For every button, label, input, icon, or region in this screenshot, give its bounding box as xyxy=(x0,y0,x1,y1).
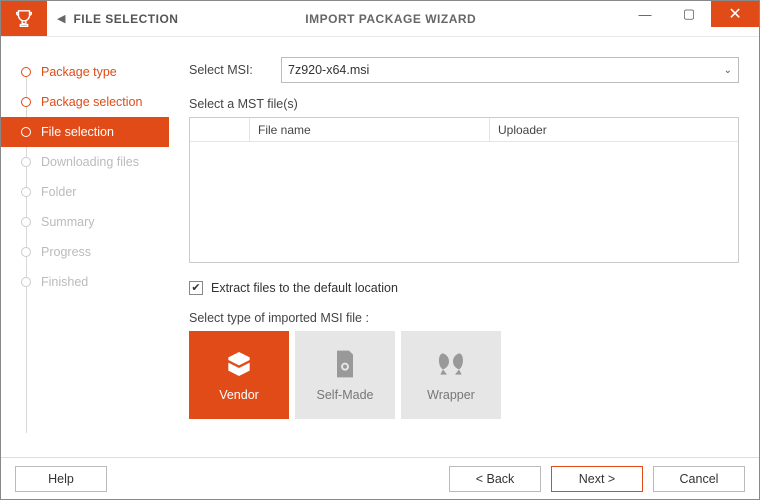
step-downloading-files: Downloading files xyxy=(1,147,169,177)
mst-table[interactable]: File name Uploader xyxy=(189,117,739,263)
type-tile-vendor[interactable]: Vendor xyxy=(189,331,289,419)
step-label: Progress xyxy=(41,245,91,259)
type-label: Vendor xyxy=(219,388,259,402)
type-label: Wrapper xyxy=(427,388,475,402)
step-folder: Folder xyxy=(1,177,169,207)
mst-col-uploader[interactable]: Uploader xyxy=(490,118,738,141)
step-label: File selection xyxy=(41,125,114,139)
step-progress: Progress xyxy=(1,237,169,267)
type-tiles: Vendor Self-Made Wrapper xyxy=(189,331,739,419)
step-label: Package selection xyxy=(41,95,142,109)
wizard-title: IMPORT PACKAGE WIZARD xyxy=(305,12,476,26)
box-icon xyxy=(223,348,255,380)
minimize-button[interactable]: — xyxy=(623,1,667,27)
extract-label: Extract files to the default location xyxy=(211,281,398,295)
select-msi-label: Select MSI: xyxy=(189,63,281,77)
type-tile-wrapper[interactable]: Wrapper xyxy=(401,331,501,419)
step-summary: Summary xyxy=(1,207,169,237)
step-package-selection[interactable]: Package selection xyxy=(1,87,169,117)
steps-sidebar: Package type Package selection File sele… xyxy=(1,37,169,457)
step-finished: Finished xyxy=(1,267,169,297)
mst-section-label: Select a MST file(s) xyxy=(189,97,739,111)
step-label: Package type xyxy=(41,65,117,79)
step-file-selection[interactable]: File selection xyxy=(1,117,169,147)
step-label: Folder xyxy=(41,185,76,199)
main: Package type Package selection File sele… xyxy=(1,37,759,457)
type-label: Self-Made xyxy=(317,388,374,402)
maximize-button[interactable]: ▢ xyxy=(667,1,711,27)
step-label: Downloading files xyxy=(41,155,139,169)
window-buttons: — ▢ ✕ xyxy=(623,1,759,27)
chevron-left-icon[interactable]: ◀ xyxy=(57,12,65,25)
footer: Help < Back Next > Cancel xyxy=(1,457,759,499)
close-button[interactable]: ✕ xyxy=(711,1,759,27)
step-package-type[interactable]: Package type xyxy=(1,57,169,87)
app-logo xyxy=(1,1,47,36)
file-gear-icon xyxy=(329,348,361,380)
step-label: Summary xyxy=(41,215,94,229)
back-button[interactable]: < Back xyxy=(449,466,541,492)
trophy-icon xyxy=(13,8,35,30)
select-msi-row: Select MSI: 7z920-x64.msi ⌄ xyxy=(189,57,739,83)
msi-select-value: 7z920-x64.msi xyxy=(288,63,369,77)
help-button[interactable]: Help xyxy=(15,466,107,492)
type-tile-selfmade[interactable]: Self-Made xyxy=(295,331,395,419)
mst-col-checkbox[interactable] xyxy=(190,118,250,141)
wrap-icon xyxy=(435,348,467,380)
cancel-button[interactable]: Cancel xyxy=(653,466,745,492)
type-section-label: Select type of imported MSI file : xyxy=(189,311,739,325)
extract-checkbox[interactable]: ✔ xyxy=(189,281,203,295)
titlebar: ◀ FILE SELECTION IMPORT PACKAGE WIZARD —… xyxy=(1,1,759,37)
titlebar-step-section: ◀ FILE SELECTION xyxy=(47,1,178,36)
mst-table-header: File name Uploader xyxy=(190,118,738,142)
mst-col-filename[interactable]: File name xyxy=(250,118,490,141)
chevron-down-icon: ⌄ xyxy=(724,65,732,76)
msi-select[interactable]: 7z920-x64.msi ⌄ xyxy=(281,57,739,83)
content: Select MSI: 7z920-x64.msi ⌄ Select a MST… xyxy=(169,37,759,457)
extract-row[interactable]: ✔ Extract files to the default location xyxy=(189,281,739,295)
step-label: Finished xyxy=(41,275,88,289)
next-button[interactable]: Next > xyxy=(551,466,643,492)
titlebar-step-label: FILE SELECTION xyxy=(73,12,178,26)
